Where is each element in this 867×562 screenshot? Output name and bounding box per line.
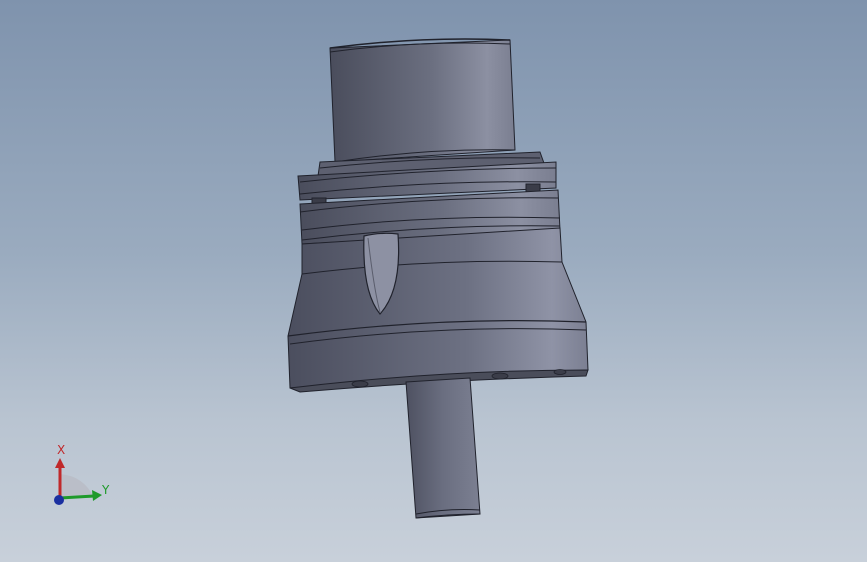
3d-viewport[interactable]: X Y xyxy=(0,0,867,562)
y-axis-arrowhead-icon xyxy=(92,490,102,501)
orientation-triad[interactable]: X Y xyxy=(40,440,120,520)
y-axis-label: Y xyxy=(101,483,110,497)
y-axis-arrow xyxy=(59,494,95,500)
part-model[interactable] xyxy=(0,0,867,562)
top-cylinder xyxy=(329,38,516,163)
triad-plane-icon xyxy=(60,474,94,498)
shaft xyxy=(405,377,481,519)
main-body xyxy=(287,227,589,389)
x-axis-arrowhead-icon xyxy=(55,458,65,468)
z-axis-dot-icon xyxy=(54,495,64,505)
x-axis-label: X xyxy=(57,443,65,457)
